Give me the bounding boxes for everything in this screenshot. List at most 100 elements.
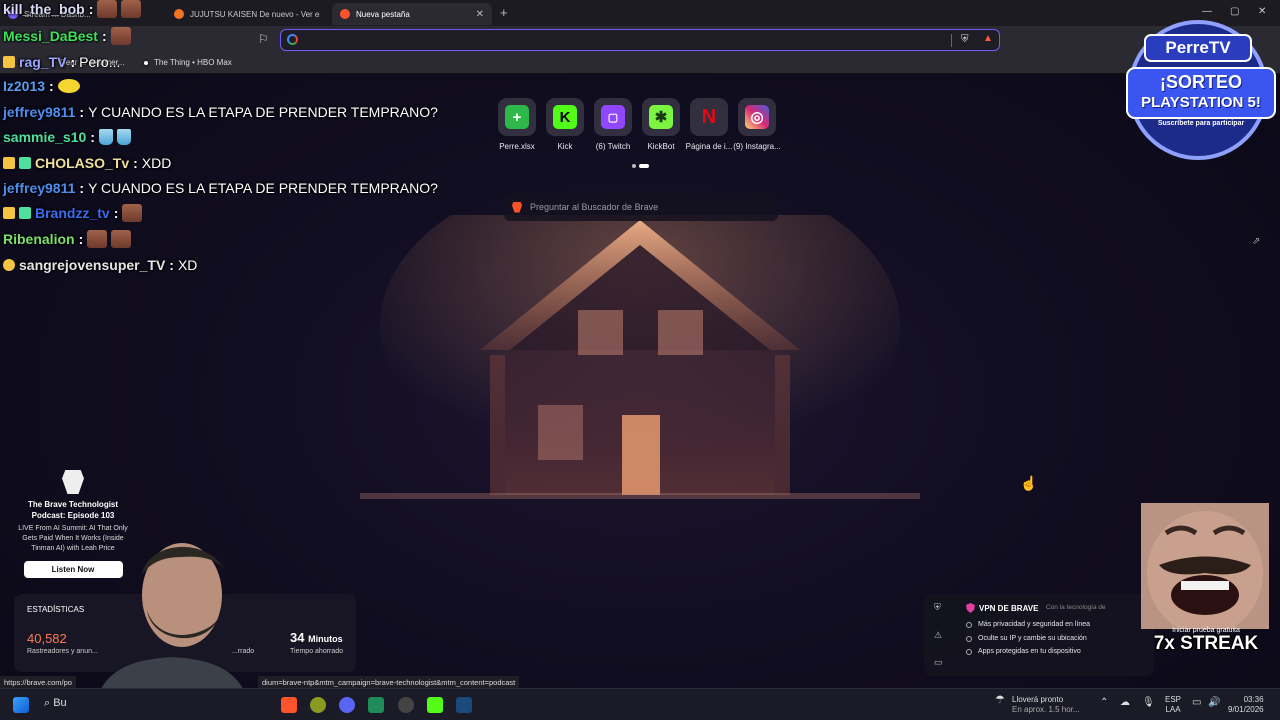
- chat-user: kill_the_bob: [3, 1, 85, 17]
- brave-logo-icon: [62, 470, 84, 494]
- tab-jujutsu-kaisen[interactable]: JUJUTSU KAISEN De nuevo - Ver en C: [166, 3, 328, 25]
- volume-icon[interactable]: 🔊: [1208, 698, 1220, 708]
- brave-taskbar-icon[interactable]: [281, 697, 297, 713]
- tab-new-tab[interactable]: Nueva pestaña ✕: [332, 3, 492, 25]
- pager-dot[interactable]: [632, 164, 636, 168]
- face-emote: [97, 0, 118, 18]
- language-indicator[interactable]: ESP LAA: [1165, 695, 1181, 715]
- giveaway-subtitle: Suscríbete para participar: [1157, 120, 1245, 127]
- steam-taskbar-icon[interactable]: [456, 697, 472, 713]
- bookmark-icon[interactable]: ⚐: [258, 32, 269, 46]
- status-url-left: https://brave.com/po: [0, 676, 76, 688]
- divider: [951, 34, 952, 47]
- google-icon: [287, 34, 298, 45]
- lemon-emote: [57, 79, 80, 93]
- status-url-right: dium=brave-ntp&mtm_campaign=brave-techno…: [258, 676, 520, 688]
- ask-brave-search[interactable]: Preguntar al Buscador de Brave: [504, 193, 778, 221]
- clock[interactable]: 03:36 9/01/2026: [1228, 695, 1264, 715]
- chat-text: XDD: [141, 155, 172, 171]
- netflix-icon: N: [701, 105, 717, 128]
- chat-user: rag_TV: [19, 54, 67, 70]
- weather-icon[interactable]: ☂: [995, 695, 1005, 706]
- weather-sub: En aprox. 1.5 hor...: [1012, 705, 1080, 714]
- shield-icon[interactable]: ⛨: [934, 602, 941, 613]
- time-number: 34: [290, 630, 305, 645]
- hand-cursor-icon: ☝: [1020, 475, 1038, 491]
- time-unit: Minutos: [308, 634, 343, 644]
- shortcut-tile: ▢: [594, 98, 632, 136]
- shortcut-twitch[interactable]: ▢ (6) Twitch: [594, 98, 632, 151]
- clock-date: 9/01/2026: [1228, 705, 1264, 714]
- chat-message: Brandzz_tv:: [3, 204, 143, 222]
- vpn-feature-text: Más privacidad y seguridad en línea: [978, 621, 1091, 628]
- twitch-icon: ▢: [601, 105, 625, 129]
- obs-taskbar-icon[interactable]: [398, 697, 414, 713]
- trackers-value: 40,582: [27, 631, 67, 646]
- address-bar[interactable]: ⛨ ▲: [280, 29, 1000, 51]
- shortcut-perre[interactable]: + Perre.xlsx: [498, 98, 536, 151]
- bullet-icon: [966, 621, 972, 628]
- vpn-feature-text: Apps protegidas en tu dispositivo: [978, 648, 1081, 655]
- chevron-up-icon[interactable]: ⌃: [1100, 698, 1108, 708]
- warning-icon[interactable]: ⚠: [934, 630, 942, 641]
- weather-title: Lloverá pronto: [1012, 695, 1064, 704]
- shortcut-pager[interactable]: [632, 164, 649, 168]
- chat-colon: :: [101, 28, 107, 44]
- chat-colon: :: [78, 231, 84, 247]
- windows-taskbar: ⌕ Bu ☂ Lloverá pronto En aprox. 1.5 hor.…: [0, 688, 1280, 720]
- shortcut-kick[interactable]: K Kick: [546, 98, 584, 151]
- shortcut-netflix[interactable]: N Página de i...: [686, 98, 732, 151]
- bookmark-label: The Thing • HBO Max: [154, 58, 232, 67]
- pager-dot-active[interactable]: [639, 164, 649, 168]
- kick-taskbar-icon[interactable]: [427, 697, 443, 713]
- chat-colon: :: [113, 205, 119, 221]
- brave-favicon: [340, 9, 350, 19]
- crown-badge-icon: [3, 157, 15, 169]
- app-taskbar-icon[interactable]: [368, 697, 384, 713]
- chat-user: sangrejovensuper_TV: [19, 257, 166, 273]
- toolbar: ⚐ ⛨ ▲: [0, 26, 1280, 54]
- external-link-icon[interactable]: ⇗: [1252, 236, 1260, 247]
- taskbar-search[interactable]: ⌕ Bu: [44, 698, 67, 709]
- face-emote: [111, 230, 132, 248]
- chat-colon: :: [79, 104, 85, 120]
- vpn-feature: Oculte su IP y cambie su ubicación: [966, 635, 1087, 642]
- close-tab-icon[interactable]: ✕: [476, 9, 484, 20]
- new-tab-button[interactable]: +: [500, 5, 508, 20]
- sub-badge-icon: [19, 207, 31, 219]
- network-icon[interactable]: ▭: [1192, 698, 1201, 708]
- discord-taskbar-icon[interactable]: [339, 697, 355, 713]
- chat-message: rag_TV: Pero...: [3, 54, 120, 70]
- app-taskbar-icon[interactable]: [310, 697, 326, 713]
- cloud-icon[interactable]: ☁: [1120, 698, 1130, 708]
- face-emote: [121, 0, 142, 18]
- shortcut-tile: ✱: [642, 98, 680, 136]
- windows-start-icon[interactable]: [13, 697, 29, 713]
- tab-label: Nueva pestaña: [356, 9, 410, 19]
- tab-bar: Stream ... Dashb... JUJUTSU KAISEN De nu…: [0, 0, 1280, 26]
- chat-user: CHOLASO_Tv: [35, 155, 130, 171]
- chat-message: kill_the_bob:: [3, 0, 142, 18]
- chat-message: CHOLASO_Tv: XDD: [3, 155, 171, 171]
- brave-rewards-icon[interactable]: ▲: [983, 33, 993, 44]
- bookmark-hbo[interactable]: The Thing • HBO Max: [142, 58, 232, 67]
- chat-message: jeffrey9811: Y CUANDO ES LA ETAPA DE PRE…: [3, 104, 438, 120]
- chat-user: Messi_DaBest: [3, 28, 98, 44]
- shortcut-instagram[interactable]: ◎ (9) Instagra...: [733, 98, 781, 151]
- brave-shields-icon[interactable]: ⛨: [961, 34, 969, 45]
- chat-colon: :: [79, 180, 85, 196]
- weather-widget[interactable]: Lloverá pronto En aprox. 1.5 hor...: [1012, 695, 1080, 715]
- sub-badge-icon: [19, 157, 31, 169]
- bullet-icon: [966, 635, 972, 642]
- crown-badge-icon: [3, 207, 15, 219]
- shortcut-kickbot[interactable]: ✱ KickBot: [642, 98, 680, 151]
- card-icon[interactable]: ▭: [934, 657, 943, 668]
- face-emote: [122, 204, 143, 222]
- chat-user: Ribenalion: [3, 231, 75, 247]
- chat-colon: :: [70, 54, 76, 70]
- vpn-title: VPN DE BRAVE: [966, 603, 1038, 613]
- lang-secondary: LAA: [1165, 705, 1181, 714]
- microphone-icon[interactable]: 🎙: [1142, 698, 1155, 708]
- chat-message: sangrejovensuper_TV: XD: [3, 257, 197, 273]
- chat-user: sammie_s10: [3, 129, 87, 145]
